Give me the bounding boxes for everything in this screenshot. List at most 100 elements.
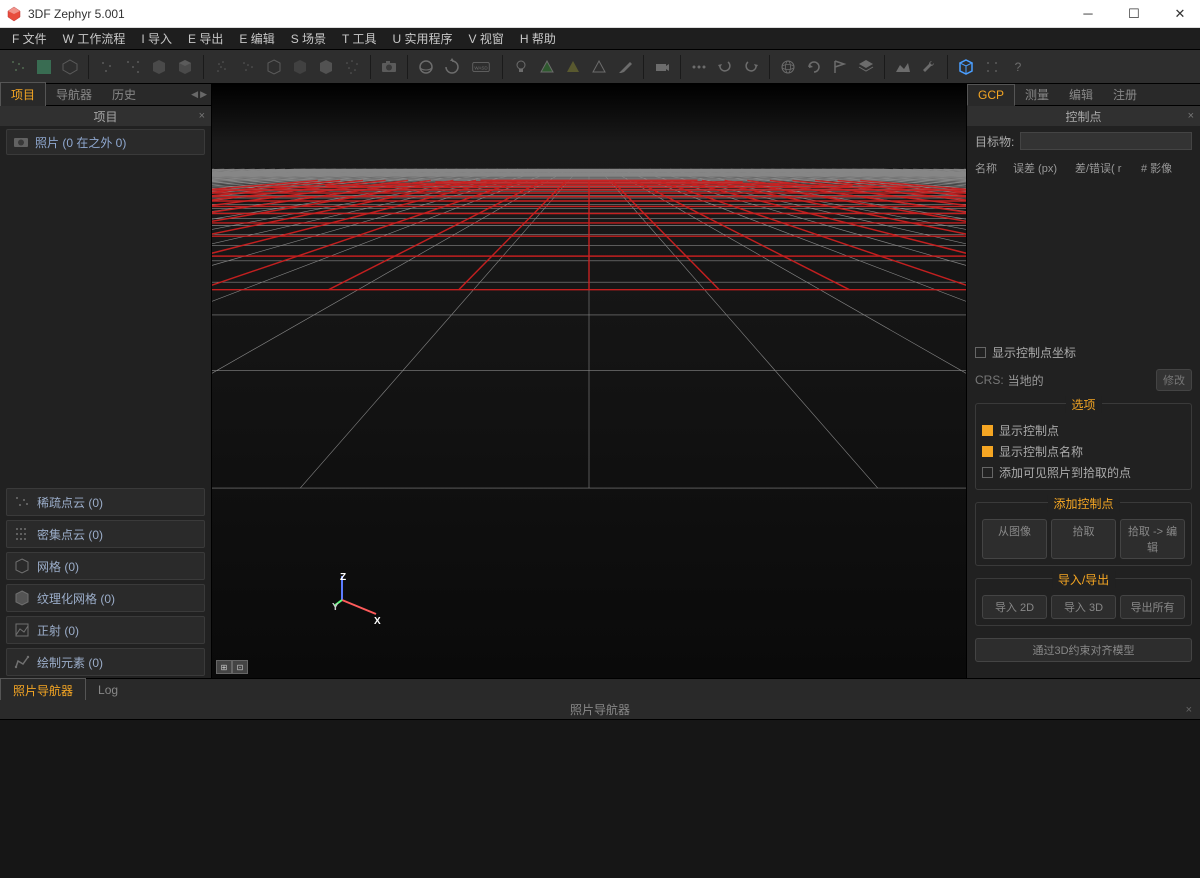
tool-wasd-icon[interactable]: WASD	[466, 55, 496, 79]
tool-undo-icon[interactable]	[713, 55, 737, 79]
photos-row[interactable]: 照片 (0 在之外 0)	[6, 129, 205, 155]
tool-wrench-icon[interactable]	[917, 55, 941, 79]
menu-help[interactable]: H 帮助	[512, 30, 564, 47]
tool-light-icon[interactable]	[509, 55, 533, 79]
crs-modify-button[interactable]: 修改	[1156, 369, 1192, 391]
cat-texmesh[interactable]: 纹理化网格 (0)	[6, 584, 205, 612]
menu-file[interactable]: F 文件	[4, 30, 55, 47]
tool-cam2-icon[interactable]	[650, 55, 674, 79]
btn-pick-edit[interactable]: 拾取 -> 编辑	[1120, 519, 1185, 559]
btn-import-2d[interactable]: 导入 2D	[982, 595, 1047, 619]
menu-edit[interactable]: E 编辑	[231, 30, 282, 47]
chk-add-visible[interactable]: 添加可见照片到拾取的点	[982, 462, 1185, 483]
svg-text:WASD: WASD	[474, 65, 488, 70]
gcp-panel-close-icon[interactable]: ×	[1188, 110, 1194, 122]
tool-box3d-icon[interactable]	[954, 55, 978, 79]
tab-photo-navigator[interactable]: 照片导航器	[0, 678, 86, 702]
draw-icon	[13, 653, 31, 671]
cat-dense[interactable]: 密集点云 (0)	[6, 520, 205, 548]
texmesh-icon	[13, 589, 31, 607]
tool-globe-icon[interactable]	[776, 55, 800, 79]
tool-help-icon[interactable]: ?	[1006, 55, 1030, 79]
project-panel-header: 项目 ×	[0, 106, 211, 126]
tool-spray2-icon[interactable]	[236, 55, 260, 79]
tool-tri1-icon[interactable]	[535, 55, 559, 79]
tool-mesh-icon[interactable]	[58, 55, 82, 79]
tool-spray1-icon[interactable]	[210, 55, 234, 79]
tool-points1-icon[interactable]	[95, 55, 119, 79]
menu-scene[interactable]: S 场景	[283, 30, 334, 47]
menu-utilities[interactable]: U 实用程序	[385, 30, 461, 47]
project-panel-close-icon[interactable]: ×	[199, 110, 205, 122]
tool-scatter-icon[interactable]	[340, 55, 364, 79]
btn-import-3d[interactable]: 导入 3D	[1051, 595, 1116, 619]
tab-gcp[interactable]: GCP	[967, 84, 1015, 106]
axis-y-label: Y	[332, 602, 339, 613]
tool-flag-icon[interactable]	[828, 55, 852, 79]
tool-rotate-icon[interactable]	[440, 55, 464, 79]
gcp-list[interactable]	[975, 186, 1192, 336]
tool-cube3-icon[interactable]	[262, 55, 286, 79]
tool-orbit-icon[interactable]	[414, 55, 438, 79]
cat-ortho[interactable]: 正射 (0)	[6, 616, 205, 644]
tool-camera-icon[interactable]	[377, 55, 401, 79]
tool-layers-icon[interactable]	[854, 55, 878, 79]
chk-show-gcp[interactable]: 显示控制点	[982, 420, 1185, 441]
tool-terrain-icon[interactable]	[891, 55, 915, 79]
tool-cube5-icon[interactable]	[314, 55, 338, 79]
btn-from-image[interactable]: 从图像	[982, 519, 1047, 559]
btn-export-all[interactable]: 导出所有	[1120, 595, 1185, 619]
tab-edit[interactable]: 编辑	[1059, 83, 1103, 106]
tool-tri3-icon[interactable]	[587, 55, 611, 79]
tool-refresh-icon[interactable]	[802, 55, 826, 79]
tool-cube4-icon[interactable]	[288, 55, 312, 79]
tab-log[interactable]: Log	[86, 680, 130, 700]
right-panel: GCP 测量 编辑 注册 控制点 × 目标物: 名称 误差 (px) 差/错误(…	[966, 84, 1200, 678]
maximize-button[interactable]: ☐	[1120, 3, 1148, 25]
btn-align-3d[interactable]: 通过3D约束对齐模型	[975, 638, 1192, 662]
menu-tools[interactable]: T 工具	[334, 30, 384, 47]
tool-points2-icon[interactable]	[121, 55, 145, 79]
tab-project[interactable]: 项目	[0, 82, 46, 107]
photo-navigator-close-icon[interactable]: ×	[1186, 704, 1192, 716]
menu-export[interactable]: E 导出	[180, 30, 231, 47]
tool-cube2-icon[interactable]	[173, 55, 197, 79]
tool-dense-icon[interactable]	[32, 55, 56, 79]
tab-measure[interactable]: 测量	[1015, 83, 1059, 106]
chk-show-names[interactable]: 显示控制点名称	[982, 441, 1185, 462]
left-tabs: 项目 导航器 历史 ◀▶	[0, 84, 211, 106]
chk-show-coords[interactable]: 显示控制点坐标	[975, 342, 1192, 363]
minimize-button[interactable]: ─	[1074, 3, 1102, 25]
toolbar: WASD ?	[0, 50, 1200, 84]
btn-pick[interactable]: 拾取	[1051, 519, 1116, 559]
tab-register[interactable]: 注册	[1103, 83, 1147, 106]
menu-workflow[interactable]: W 工作流程	[55, 30, 134, 47]
title-bar: 3DF Zephyr 5.001 ─ ☐ ✕	[0, 0, 1200, 28]
menu-import[interactable]: I 导入	[133, 30, 180, 47]
section-import-export: 导入/导出 导入 2D 导入 3D 导出所有	[975, 578, 1192, 626]
tab-history[interactable]: 历史	[102, 83, 146, 106]
tab-navigator[interactable]: 导航器	[46, 83, 102, 106]
section-options: 选项 显示控制点 显示控制点名称 添加可见照片到拾取的点	[975, 403, 1192, 490]
cat-mesh[interactable]: 网格 (0)	[6, 552, 205, 580]
tool-sparse-icon[interactable]	[6, 55, 30, 79]
tool-dots-icon[interactable]	[687, 55, 711, 79]
close-button[interactable]: ✕	[1166, 3, 1194, 25]
tab-scroll-right-icon[interactable]: ▶	[199, 89, 208, 100]
tool-tri2-icon[interactable]	[561, 55, 585, 79]
tool-more-icon[interactable]	[980, 55, 1004, 79]
tool-redo-icon[interactable]	[739, 55, 763, 79]
bottom-tabs: 照片导航器 Log	[0, 678, 1200, 700]
mesh-icon	[13, 557, 31, 575]
target-input[interactable]	[1020, 132, 1192, 150]
viewport-btn-2[interactable]: ⊡	[232, 660, 248, 674]
photos-label: 照片 (0 在之外 0)	[35, 134, 126, 151]
viewport-3d[interactable]: Z Y X ⊞ ⊡	[212, 84, 966, 678]
tool-cube1-icon[interactable]	[147, 55, 171, 79]
tab-scroll-left-icon[interactable]: ◀	[190, 89, 199, 100]
tool-brush-icon[interactable]	[613, 55, 637, 79]
menu-view[interactable]: V 视窗	[461, 30, 512, 47]
cat-draw[interactable]: 绘制元素 (0)	[6, 648, 205, 676]
viewport-btn-1[interactable]: ⊞	[216, 660, 232, 674]
cat-sparse[interactable]: 稀疏点云 (0)	[6, 488, 205, 516]
